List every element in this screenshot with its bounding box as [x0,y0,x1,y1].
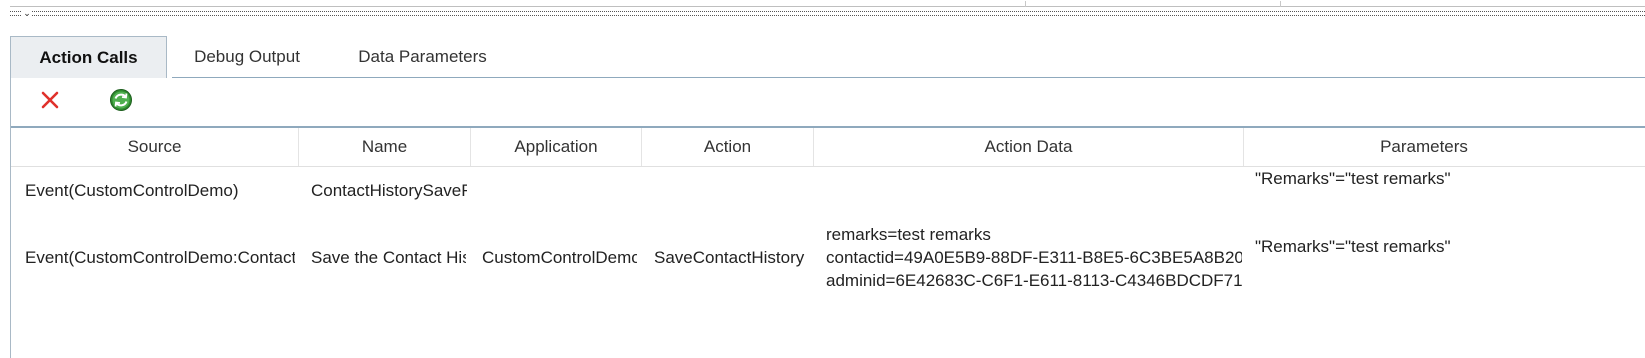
cell-parameters: "Remarks"="test remarks" [1255,169,1451,188]
cell-parameters: "Remarks"="test remarks" [1255,237,1451,256]
column-header-name[interactable]: Name [299,128,471,166]
cell-source: Event(CustomControlDemo:Contact [25,248,295,267]
chevron-down-icon[interactable]: ⌄ [22,9,32,18]
tab-debug-output[interactable]: Debug Output [177,36,317,78]
red-x-icon [41,91,59,109]
column-header-action[interactable]: Action [642,128,814,166]
cell-name: ContactHistorySaveR [311,181,467,200]
tab-data-parameters[interactable]: Data Parameters [345,36,500,78]
cell-action-data-line-2: contactid=49A0E5B9-88DF-E311-B8E5-6C3BE5… [826,248,1242,267]
table-row[interactable]: Event(CustomControlDemo:Contact Save the… [11,225,1645,313]
cell-application: CustomControlDemo [482,248,637,267]
cell-name: Save the Contact His [311,248,466,267]
column-header-source[interactable]: Source [11,128,299,166]
cell-action-data-line-1: remarks=test remarks [826,225,991,244]
cell-source: Event(CustomControlDemo) [25,181,239,200]
clear-button[interactable] [36,86,64,114]
grid-header: Source Name Application Action Action Da… [11,128,1645,167]
column-header-application[interactable]: Application [471,128,642,166]
cell-action: SaveContactHistory [654,248,805,267]
column-header-parameters[interactable]: Parameters [1244,128,1604,166]
toolbar [11,78,1645,126]
column-header-action-data[interactable]: Action Data [814,128,1244,166]
refresh-button[interactable] [107,86,135,114]
green-refresh-icon [110,89,132,111]
tab-bar: Action Calls Debug Output Data Parameter… [10,36,1645,78]
panel-splitter[interactable]: ⌄ [10,1,1645,18]
cell-action-data-line-3: adminid=6E42683C-C6F1-E611-8113-C4346BDC… [826,271,1242,290]
splitter-grip-dots [10,11,1645,16]
divider [1025,1,1026,7]
tab-action-calls[interactable]: Action Calls [10,36,167,78]
divider [1280,1,1281,7]
